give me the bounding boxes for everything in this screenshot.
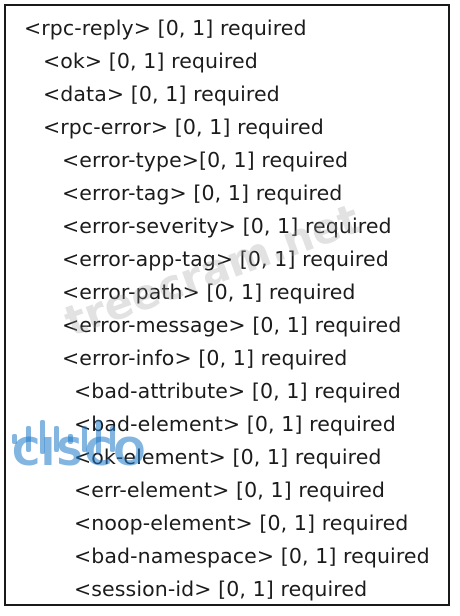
line-error-type: <error-type>[0, 1] required (62, 148, 349, 172)
line-data: <data> [0, 1] required (43, 82, 280, 106)
line-error-app-tag: <error-app-tag> [0, 1] required (62, 247, 389, 271)
line-error-info: <error-info> [0, 1] required (62, 346, 348, 370)
line-session-id: <session-id> [0, 1] required (74, 577, 368, 601)
line-ok: <ok> [0, 1] required (43, 49, 258, 73)
line-noop-element: <noop-element> [0, 1] required (74, 511, 409, 535)
document-frame: <rpc-reply> [0, 1] required <ok> [0, 1] … (4, 4, 450, 606)
line-ok-element: <ok-element> [0, 1] required (74, 445, 382, 469)
line-bad-namespace: <bad-namespace> [0, 1] required (74, 544, 430, 568)
line-error-severity: <error-severity> [0, 1] required (62, 214, 392, 238)
line-rpc-reply: <rpc-reply> [0, 1] required (24, 16, 307, 40)
line-err-element: <err-element> [0, 1] required (74, 478, 386, 502)
line-error-path: <error-path> [0, 1] required (62, 280, 356, 304)
line-bad-element: <bad-element> [0, 1] required (74, 412, 396, 436)
line-bad-attribute: <bad-attribute> [0, 1] required (74, 379, 401, 403)
line-error-message: <error-message> [0, 1] required (62, 313, 402, 337)
line-error-tag: <error-tag> [0, 1] required (62, 181, 343, 205)
line-rpc-error: <rpc-error> [0, 1] required (43, 115, 324, 139)
